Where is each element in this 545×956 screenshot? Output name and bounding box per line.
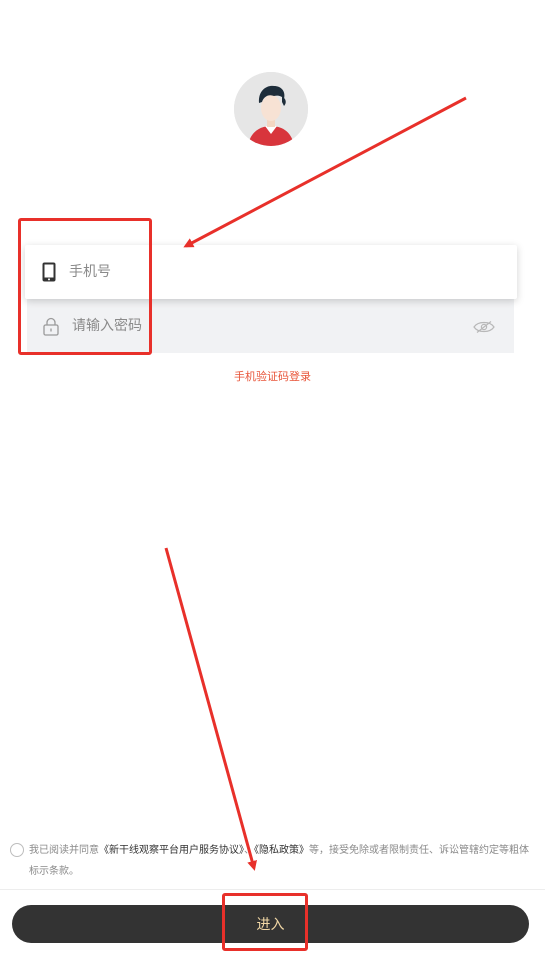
annotation-arrow-inputs bbox=[183, 96, 467, 248]
password-field-row[interactable] bbox=[27, 299, 514, 353]
sms-login-link[interactable]: 手机验证码登录 bbox=[0, 368, 545, 384]
phone-input[interactable] bbox=[69, 245, 517, 299]
password-input[interactable] bbox=[72, 299, 473, 353]
phone-icon bbox=[42, 261, 58, 283]
service-agreement-link[interactable]: 《新干线观察平台用户服务协议》 bbox=[99, 845, 244, 856]
agreement-separator: 、 bbox=[244, 845, 254, 856]
footer-divider bbox=[0, 889, 545, 890]
agreement-checkbox[interactable] bbox=[10, 843, 24, 857]
annotation-arrow-enter bbox=[164, 547, 257, 871]
agreement-row: 我已阅读并同意《新干线观察平台用户服务协议》、《隐私政策》等，接受免除或者限制责… bbox=[10, 840, 535, 882]
privacy-policy-link[interactable]: 《隐私政策》 bbox=[254, 845, 309, 856]
user-avatar-icon bbox=[234, 72, 308, 146]
avatar bbox=[234, 72, 308, 146]
enter-button[interactable]: 进入 bbox=[12, 905, 529, 943]
phone-field-row[interactable] bbox=[25, 245, 517, 299]
eye-hidden-icon[interactable] bbox=[473, 319, 495, 333]
lock-icon bbox=[43, 316, 61, 336]
agreement-text: 我已阅读并同意《新干线观察平台用户服务协议》、《隐私政策》等，接受免除或者限制责… bbox=[29, 840, 535, 882]
agreement-prefix: 我已阅读并同意 bbox=[29, 845, 99, 856]
